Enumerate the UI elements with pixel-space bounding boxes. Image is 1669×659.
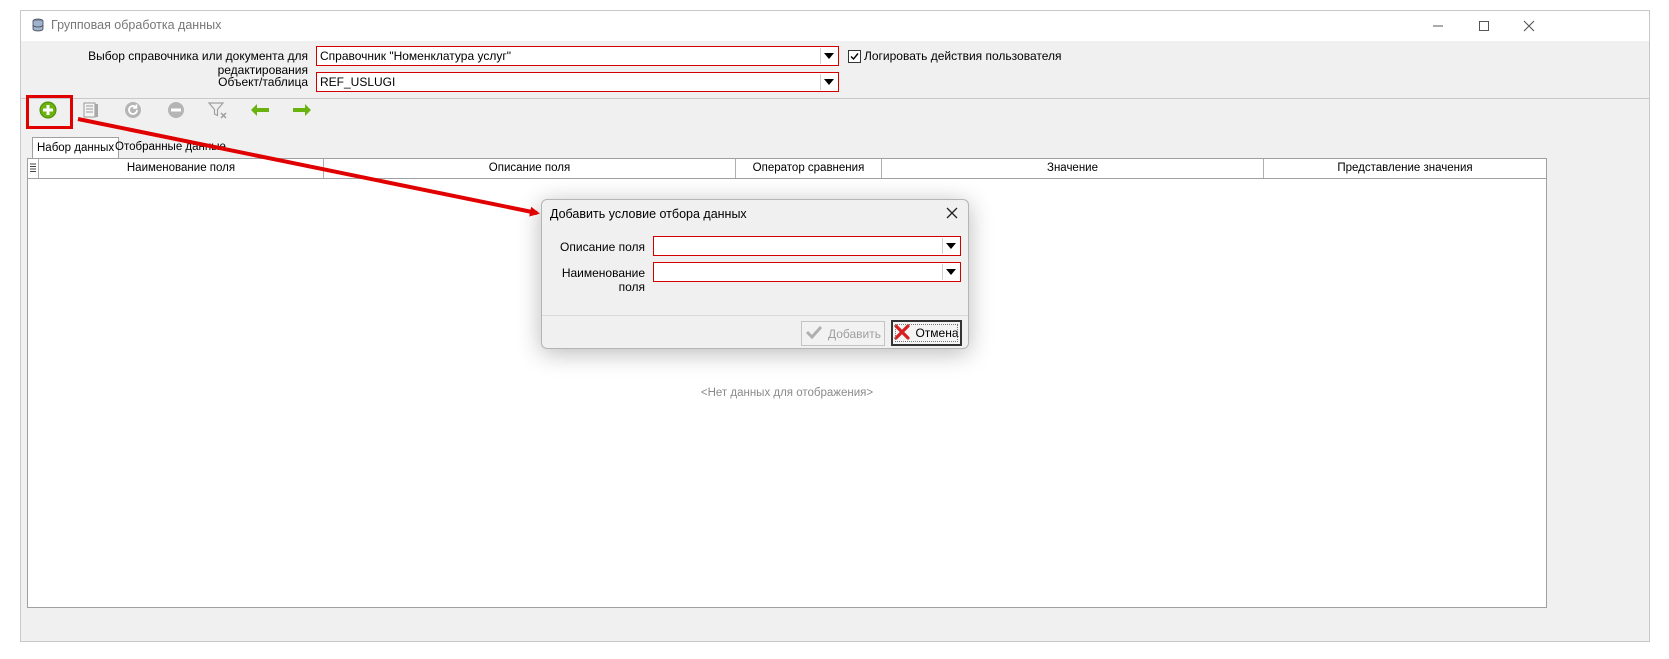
- refresh-button[interactable]: [117, 97, 149, 125]
- dialog-title: Добавить условие отбора данных: [550, 207, 747, 221]
- dialog-divider: [542, 315, 968, 316]
- minimize-button[interactable]: [1416, 14, 1460, 38]
- title-bar: Групповая обработка данных: [21, 11, 1649, 41]
- field-desc-label: Описание поля: [560, 240, 645, 254]
- chevron-down-icon[interactable]: [942, 264, 959, 280]
- column-header-operator[interactable]: Оператор сравнения: [736, 159, 882, 178]
- field-name-label: Наименование поля: [561, 266, 645, 294]
- remove-icon: [167, 101, 185, 122]
- object-select[interactable]: REF_USLUGI: [316, 72, 839, 92]
- close-button[interactable]: [1507, 14, 1551, 38]
- tab-selected-data[interactable]: Отобранные данные: [111, 137, 230, 158]
- log-checkbox[interactable]: [848, 50, 861, 63]
- checkmark-icon: [805, 325, 823, 342]
- chevron-down-icon[interactable]: [820, 74, 837, 90]
- column-header-value[interactable]: Значение: [882, 159, 1264, 178]
- tab-selected-data-label: Отобранные данные: [115, 141, 226, 153]
- object-label: Объект/таблица: [218, 75, 308, 89]
- column-header-field-name[interactable]: Наименование поля: [39, 159, 324, 178]
- chevron-down-icon[interactable]: [942, 238, 959, 254]
- add-condition-dialog: Добавить условие отбора данных Описание …: [541, 199, 969, 349]
- refresh-icon: [124, 101, 142, 122]
- source-select-value: Справочник "Номенклатура услуг": [320, 49, 511, 63]
- cancel-button[interactable]: Отмена: [891, 320, 962, 346]
- tab-dataset[interactable]: Набор данных: [32, 137, 120, 159]
- maximize-button[interactable]: [1462, 14, 1506, 38]
- window-title: Групповая обработка данных: [51, 18, 222, 32]
- column-chooser-icon[interactable]: [28, 159, 39, 178]
- edit-button[interactable]: [75, 97, 107, 125]
- tab-strip: Набор данных Отобранные данные: [27, 137, 1649, 159]
- add-button-label: Добавить: [827, 326, 882, 341]
- cancel-button-label: Отмена: [915, 326, 959, 340]
- field-name-select[interactable]: [653, 262, 961, 282]
- tab-dataset-label: Набор данных: [37, 142, 115, 154]
- remove-button[interactable]: [160, 97, 192, 125]
- clear-filter-icon: [207, 101, 228, 122]
- column-header-field-desc[interactable]: Описание поля: [324, 159, 736, 178]
- source-select[interactable]: Справочник "Номенклатура услуг": [316, 46, 839, 66]
- log-label: Логировать действия пользователя: [864, 49, 1062, 63]
- add-button[interactable]: Добавить: [801, 321, 885, 346]
- chevron-down-icon[interactable]: [820, 48, 837, 64]
- cancel-x-icon: [894, 323, 911, 343]
- object-select-value: REF_USLUGI: [320, 75, 396, 89]
- source-label: Выбор справочника или документа для реда…: [88, 49, 308, 77]
- column-header-value-repr[interactable]: Представление значения: [1264, 159, 1546, 178]
- back-button[interactable]: [244, 97, 276, 125]
- empty-grid-message: <Нет данных для отображения>: [700, 387, 874, 399]
- database-icon: [31, 18, 45, 32]
- forward-button[interactable]: [286, 97, 318, 125]
- arrow-left-icon: [250, 103, 270, 120]
- close-icon[interactable]: [944, 205, 960, 221]
- field-desc-select[interactable]: [653, 236, 961, 256]
- edit-icon: [82, 101, 100, 122]
- arrow-right-icon: [292, 103, 312, 120]
- clear-filter-button[interactable]: [202, 97, 234, 125]
- grid-header: Наименование поля Описание поля Оператор…: [28, 159, 1546, 179]
- annotation-highlight-box: [26, 95, 73, 129]
